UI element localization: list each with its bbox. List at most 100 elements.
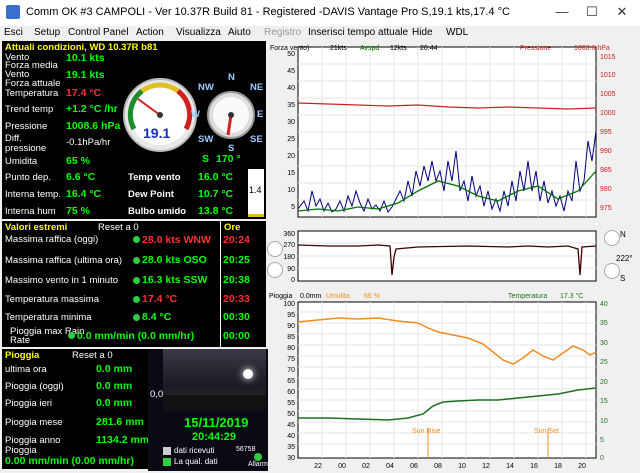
svg-text:1000: 1000 <box>600 110 616 117</box>
qual-dati-label: La qual. dati <box>174 457 218 466</box>
value-raffica-ora: 28.0 kts OSO <box>142 254 207 266</box>
svg-text:90: 90 <box>287 323 295 330</box>
led-5 <box>133 314 140 321</box>
current-conditions-panel: Attuali condizioni, WD 10.37R b81 Vento … <box>2 41 266 219</box>
label-pressione: Pressione <box>5 121 48 132</box>
label-temp-max: Temperatura massima <box>5 294 99 305</box>
minimize-button[interactable]: — <box>548 2 576 22</box>
value-raffica-oggi: 28.0 kts WNW <box>142 234 211 246</box>
time-temp-max: 20:33 <box>223 293 250 305</box>
svg-text:95: 95 <box>287 312 295 319</box>
compass-deg: 170 ° <box>216 153 241 165</box>
label-vento-minuto: Massimo vento in 1 minuto <box>5 275 118 286</box>
label-pioggia-ieri: Pioggia ieri <box>5 398 52 409</box>
rain-panel: Pioggia Reset a 0 ultima ora 0.0 mm Piog… <box>2 349 162 469</box>
value-diff-pressione: -0.1hPa/hr <box>66 137 111 148</box>
maximize-button[interactable]: ☐ <box>578 2 606 22</box>
webcam-image <box>163 349 266 411</box>
dati-ricevuti-indicator <box>163 447 171 455</box>
rain-header: Pioggia <box>5 350 40 361</box>
wind-pressure-chart: Forza vento) 21kts Avspd 12kts 20:44 Pre… <box>270 45 616 218</box>
svg-text:100: 100 <box>283 301 295 308</box>
menu-control-panel[interactable]: Control Panel <box>68 27 129 38</box>
svg-text:985: 985 <box>600 167 612 174</box>
svg-text:30: 30 <box>287 455 295 462</box>
svg-text:45: 45 <box>287 68 295 75</box>
label-temp-min: Temperatura minima <box>5 312 92 323</box>
value-wind-avg: 10.1 kts <box>66 52 105 64</box>
svg-text:S: S <box>620 274 625 283</box>
svg-text:180: 180 <box>283 254 295 261</box>
svg-text:10: 10 <box>287 187 295 194</box>
menu-setup[interactable]: Setup <box>34 27 60 38</box>
time-raffica-oggi: 20:24 <box>223 234 250 246</box>
svg-text:35: 35 <box>287 102 295 109</box>
svg-text:25: 25 <box>287 136 295 143</box>
menu-action[interactable]: Action <box>136 27 164 38</box>
svg-text:04: 04 <box>386 463 394 470</box>
gauge-speed-value: 19.1 <box>143 125 171 141</box>
label-temp-vento: Temp vento <box>128 172 181 183</box>
side-indicator: 1.4 <box>248 169 264 217</box>
svg-text:06: 06 <box>410 463 418 470</box>
svg-text:0: 0 <box>600 455 604 462</box>
svg-text:20: 20 <box>578 463 586 470</box>
svg-text:222°: 222° <box>616 254 633 263</box>
value-temperatura: 17.4 °C <box>66 87 102 99</box>
compass-ne: NE <box>250 82 264 93</box>
compass-nw: NW <box>198 82 214 93</box>
value-wind-current: 19.1 kts <box>66 69 105 81</box>
app-icon <box>6 5 20 19</box>
label-diff-pressione: Diff. pressione <box>5 133 47 154</box>
svg-text:980: 980 <box>600 186 612 193</box>
svg-text:80: 80 <box>287 345 295 352</box>
led-3 <box>133 277 140 284</box>
value-interna-hum: 75 % <box>66 205 90 217</box>
label-time: 20:44 <box>420 45 438 52</box>
compass-sw: SW <box>198 134 214 145</box>
menu-hide[interactable]: Hide <box>412 27 433 38</box>
svg-text:30: 30 <box>600 340 608 347</box>
label-pioggia-oggi: Pioggia (oggi) <box>5 381 64 392</box>
label-bulbo-umido: Bulbo umido <box>128 206 187 217</box>
label-punto-dep: Punto dep. <box>5 172 51 183</box>
wind-speed-gauge <box>123 78 197 152</box>
svg-text:15: 15 <box>287 170 295 177</box>
value-pioggia-ieri: 0.0 mm <box>96 397 133 409</box>
svg-text:N: N <box>620 230 626 239</box>
menu-visualizza[interactable]: Visualizza <box>176 27 221 38</box>
svg-text:60: 60 <box>287 389 295 396</box>
extremes-reset[interactable]: Reset a 0 <box>98 222 139 233</box>
svg-text:65: 65 <box>287 378 295 385</box>
time-vento-minuto: 20:38 <box>223 274 250 286</box>
label-temperatura: Temperatura <box>5 88 59 99</box>
label-dew-point: Dew Point <box>128 189 174 200</box>
ore-panel: Ore 20:24 20:25 20:38 20:33 00:30 00:00 <box>221 221 266 347</box>
menu-inserisci[interactable]: Inserisci tempo attuale <box>308 27 408 38</box>
svg-text:990: 990 <box>600 148 612 155</box>
rain-reset[interactable]: Reset a 0 <box>72 350 113 361</box>
svg-text:85: 85 <box>287 334 295 341</box>
svg-text:70: 70 <box>287 367 295 374</box>
label-sunset: Sun Set <box>534 428 559 435</box>
label-avspd: Avspd <box>360 45 379 52</box>
menu-wdl[interactable]: WDL <box>446 27 468 38</box>
value-pioggia-oggi: 0.0 mm <box>96 380 133 392</box>
svg-text:995: 995 <box>600 129 612 136</box>
compass-se: SE <box>250 134 263 145</box>
svg-text:16: 16 <box>530 463 538 470</box>
value-trend-temp: +1.2 °C /hr <box>66 103 118 115</box>
time-raffica-ora: 20:25 <box>223 254 250 266</box>
label-temperatura: Temperatura <box>508 293 547 300</box>
svg-text:35: 35 <box>600 320 608 327</box>
label-interna-temp: Interna temp. <box>5 189 61 200</box>
label-kts2: 12kts <box>390 45 407 52</box>
allarmi-label[interactable]: Allarmi <box>248 461 269 468</box>
menu-esci[interactable]: Esci <box>4 27 23 38</box>
value-pressione: 1008.6 hPa <box>66 120 121 132</box>
menu-aiuto[interactable]: Aiuto <box>228 27 251 38</box>
close-button[interactable]: ✕ <box>608 2 636 22</box>
dati-count: 56758 <box>236 446 256 453</box>
svg-text:40: 40 <box>287 85 295 92</box>
extremes-header: Valori estremi <box>5 222 68 233</box>
